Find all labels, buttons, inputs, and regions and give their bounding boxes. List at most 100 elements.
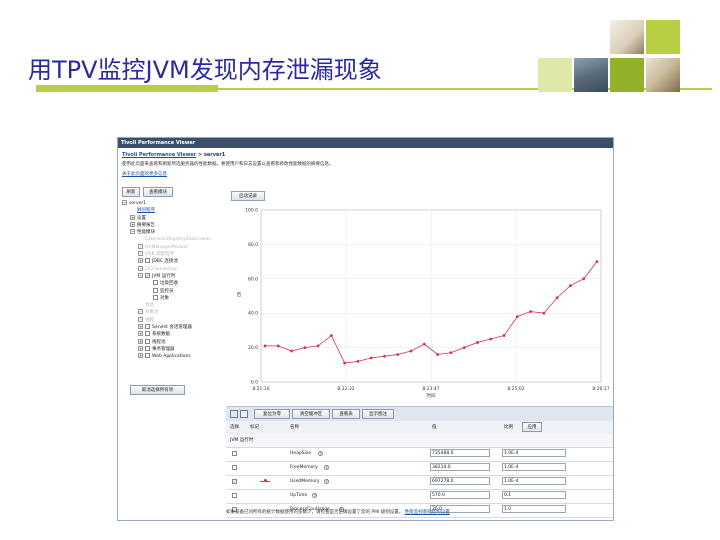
scale-input[interactable]: 1.0E-4 [502, 463, 566, 471]
expand-icon[interactable]: + [138, 331, 143, 337]
expand-icon[interactable]: + [138, 324, 143, 330]
expand-icon[interactable]: + [138, 309, 143, 315]
tree-item-label: 线程池 [152, 339, 166, 345]
tree-item[interactable]: + J2CConnection [122, 265, 226, 273]
tree-item-checkbox[interactable] [145, 324, 150, 330]
header-select: 选择 [230, 425, 239, 430]
tree-item[interactable]: + Servlet 会话管理器 [122, 324, 226, 331]
expand-icon[interactable]: + [138, 258, 143, 264]
help-icon[interactable]: ? [318, 451, 324, 456]
row-checkbox[interactable] [232, 465, 237, 470]
collapse-icon[interactable]: − [122, 200, 127, 205]
tree-item[interactable]: 顾问程序 [122, 207, 226, 214]
tree-item[interactable]: − ✓ JVM 运行时 [122, 272, 226, 280]
expand-icon[interactable]: + [130, 214, 135, 220]
header-scale: 比例 [504, 425, 513, 430]
tree-item[interactable]: + 线程池 [122, 338, 226, 346]
tree-item-checkbox[interactable] [145, 345, 150, 351]
tree-item-label: 对象池 [145, 310, 159, 316]
x-tick-label: 8:21:16 [252, 386, 269, 392]
more-info-link[interactable]: 关于此页面的更多信息 [122, 171, 602, 178]
expand-icon[interactable]: + [138, 265, 143, 271]
tree-item[interactable]: + 设置 [122, 214, 226, 222]
help-icon[interactable]: ? [324, 479, 329, 484]
help-icon[interactable]: ? [324, 465, 329, 470]
footer-link[interactable]: 性能监视基础结构设置 [405, 510, 450, 515]
refresh-button[interactable]: 刷新 [122, 187, 140, 197]
tree-item-checkbox[interactable] [145, 338, 150, 344]
tree-item-checkbox[interactable] [153, 280, 158, 286]
expand-icon[interactable]: + [138, 345, 143, 351]
value-field: 570.0 [430, 491, 490, 499]
expand-icon[interactable]: + [130, 221, 135, 227]
tree-item[interactable]: + 对象池 [122, 309, 226, 316]
tree-item-checkbox[interactable] [145, 353, 150, 359]
apply-button[interactable]: 应用 [522, 422, 542, 432]
data-point [356, 359, 360, 363]
title-accent-bar [36, 85, 218, 92]
tree-item-label: 顾问程序 [137, 208, 155, 214]
tree-item-checkbox[interactable] [153, 294, 158, 300]
expand-icon[interactable]: + [138, 243, 143, 249]
tree-item[interactable]: 会话 [122, 302, 226, 309]
tree-item[interactable]: + 线程 [122, 316, 226, 324]
tree-item[interactable]: 监控员 [122, 287, 226, 295]
y-tick-label: 60.0 [248, 276, 258, 282]
counter-name: UsedMemory [290, 479, 320, 484]
tree-item[interactable]: − 性能模块 [122, 229, 226, 236]
help-icon[interactable]: ? [312, 493, 318, 498]
tree-item[interactable]: + ORB 调度程序 [122, 251, 226, 258]
tree-item-checkbox[interactable]: ✓ [145, 272, 150, 278]
view-table-button[interactable]: 查看表 [332, 409, 360, 419]
scale-input[interactable]: 1.0E-4 [502, 449, 566, 457]
start-logging-button[interactable]: 启动记录 [231, 191, 265, 201]
tree-item[interactable]: − server1 [122, 200, 226, 207]
scale-input[interactable]: 0.1 [502, 491, 566, 499]
tree-item[interactable]: + 事务管理器 [122, 345, 226, 353]
collapse-icon[interactable]: − [130, 229, 135, 235]
row-checkbox[interactable]: ✓ [232, 479, 237, 484]
expand-icon[interactable]: + [138, 251, 143, 257]
tree-item[interactable]: + 摘要报告 [122, 221, 226, 229]
clear-buffer-button[interactable]: 清空缓冲区 [292, 409, 330, 419]
breadcrumb-tail: > server1 [196, 152, 226, 158]
module-tree: − server1 顾问程序 + 设置 + 摘要报告 − 性能模块 ExtensionRegist… [122, 200, 226, 361]
tree-item-label: HAManagerModule [145, 244, 188, 250]
data-point [409, 349, 413, 353]
tree-item[interactable]: ExtensionRegistryStats.name [122, 236, 226, 243]
tree-item-checkbox[interactable] [153, 287, 158, 293]
paste-icon[interactable] [240, 410, 248, 418]
tree-item[interactable]: + 系统数据 [122, 331, 226, 338]
scale-input[interactable]: 1.0E-4 [502, 477, 566, 485]
tree-item-checkbox[interactable] [145, 258, 150, 264]
expand-icon[interactable]: + [138, 353, 143, 359]
expand-icon[interactable]: + [138, 316, 143, 322]
tree-item-label: 线程 [145, 317, 154, 323]
view-module-button[interactable]: 查看模块 [143, 187, 173, 197]
tree-item-checkbox[interactable] [145, 331, 150, 337]
tree-item[interactable]: 垃圾回收 [122, 280, 226, 287]
expand-icon[interactable]: + [138, 338, 143, 344]
data-point [303, 346, 307, 349]
x-axis-label: 时间 [427, 392, 436, 399]
value-field: 735488.0 [430, 449, 490, 457]
clear-selection-button[interactable]: 取消选择所有项 [130, 385, 185, 395]
tree-item[interactable]: + HAManagerModule [122, 243, 226, 251]
tree-item[interactable]: + JDBC 连接池 [122, 258, 226, 265]
reset-to-zero-button[interactable]: 复位为零 [254, 409, 290, 419]
tpv-screenshot: Tivoli Performance Viewer Tivoli Perform… [117, 137, 614, 521]
tree-item[interactable]: 对象 [122, 294, 226, 302]
collapse-icon[interactable]: − [138, 272, 143, 278]
deco-block-2 [538, 58, 572, 92]
row-checkbox[interactable] [232, 493, 237, 498]
breadcrumb: Tivoli Performance Viewer > server1 [122, 152, 225, 158]
tree-item-label: ORB 调度程序 [145, 252, 175, 258]
row-checkbox[interactable] [232, 451, 237, 456]
tree-item-label: 性能模块 [137, 230, 155, 236]
data-point [476, 341, 479, 344]
breadcrumb-link[interactable]: Tivoli Performance Viewer [122, 152, 196, 158]
show-legend-button[interactable]: 显示图注 [362, 409, 394, 419]
tree-item[interactable]: + Web Applications [122, 353, 226, 360]
copy-icon[interactable] [230, 410, 238, 418]
data-point [462, 346, 466, 349]
